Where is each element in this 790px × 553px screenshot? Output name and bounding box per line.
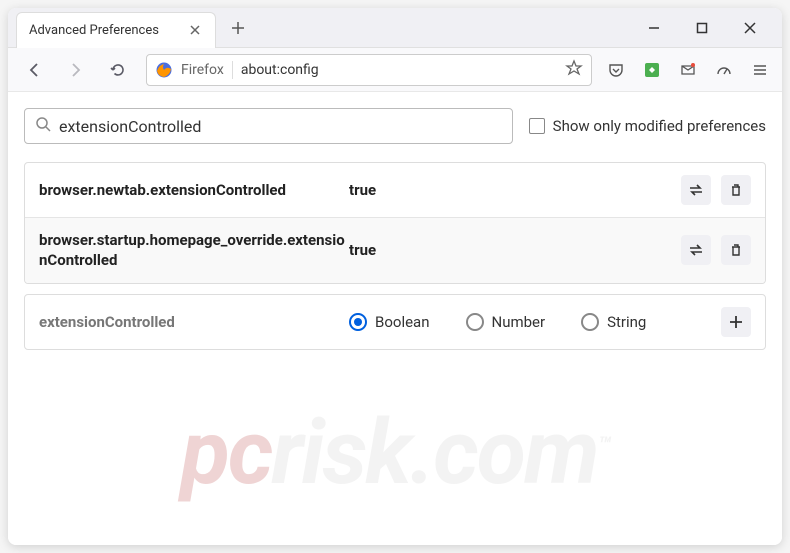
radio-label: String <box>607 313 646 331</box>
radio-label: Boolean <box>375 313 430 331</box>
show-modified-checkbox[interactable] <box>529 118 545 134</box>
url-separator <box>232 61 233 79</box>
pref-value: true <box>349 241 681 259</box>
browser-tab[interactable]: Advanced Preferences <box>16 12 216 48</box>
tab-title: Advanced Preferences <box>29 23 159 38</box>
forward-button[interactable] <box>62 56 90 84</box>
toolbar-actions <box>606 60 770 80</box>
extension-icon[interactable] <box>642 60 662 80</box>
toolbar: Firefox about:config <box>8 48 782 92</box>
minimize-button[interactable] <box>642 16 666 40</box>
page-content: Show only modified preferences browser.n… <box>8 92 782 545</box>
toggle-button[interactable] <box>681 175 711 205</box>
search-input[interactable] <box>59 117 502 136</box>
radio-input[interactable] <box>349 313 367 331</box>
delete-button[interactable] <box>721 175 751 205</box>
titlebar: Advanced Preferences <box>8 8 782 48</box>
reload-button[interactable] <box>104 56 132 84</box>
toggle-button[interactable] <box>681 235 711 265</box>
add-button[interactable] <box>721 307 751 337</box>
browser-window: Advanced Preferences <box>8 8 782 545</box>
bookmark-star-icon[interactable] <box>565 59 583 81</box>
radio-input[interactable] <box>581 313 599 331</box>
radio-input[interactable] <box>466 313 484 331</box>
url-text: about:config <box>241 62 557 78</box>
delete-button[interactable] <box>721 235 751 265</box>
table-row: browser.startup.homepage_override.extens… <box>25 218 765 283</box>
preferences-table: browser.newtab.extensionControlled true … <box>24 162 766 284</box>
show-modified-checkbox-wrap[interactable]: Show only modified preferences <box>529 117 766 135</box>
back-button[interactable] <box>20 56 48 84</box>
speedometer-icon[interactable] <box>714 60 734 80</box>
pref-value: true <box>349 181 681 199</box>
close-tab-icon[interactable] <box>187 22 203 38</box>
radio-string[interactable]: String <box>581 313 646 331</box>
new-tab-button[interactable] <box>224 14 252 42</box>
pocket-icon[interactable] <box>606 60 626 80</box>
pref-name: browser.startup.homepage_override.extens… <box>39 230 349 271</box>
window-controls <box>642 16 782 40</box>
pref-actions <box>681 235 751 265</box>
firefox-logo-icon <box>155 61 173 79</box>
url-identity-label: Firefox <box>181 62 224 78</box>
table-row: browser.newtab.extensionControlled true <box>25 163 765 218</box>
show-modified-label: Show only modified preferences <box>553 117 766 135</box>
radio-boolean[interactable]: Boolean <box>349 313 430 331</box>
pref-actions <box>681 175 751 205</box>
url-bar[interactable]: Firefox about:config <box>146 54 592 86</box>
maximize-button[interactable] <box>690 16 714 40</box>
pref-name: browser.newtab.extensionControlled <box>39 180 349 200</box>
add-pref-name: extensionControlled <box>39 313 349 331</box>
search-box[interactable] <box>24 108 513 144</box>
search-row: Show only modified preferences <box>24 108 766 144</box>
add-pref-row: extensionControlled Boolean Number Strin… <box>25 295 765 349</box>
radio-label: Number <box>492 313 546 331</box>
close-window-button[interactable] <box>738 16 762 40</box>
inbox-icon[interactable] <box>678 60 698 80</box>
add-pref-container: extensionControlled Boolean Number Strin… <box>24 294 766 350</box>
radio-number[interactable]: Number <box>466 313 546 331</box>
hamburger-menu-icon[interactable] <box>750 60 770 80</box>
search-icon <box>35 116 51 136</box>
type-radio-group: Boolean Number String <box>349 313 721 331</box>
